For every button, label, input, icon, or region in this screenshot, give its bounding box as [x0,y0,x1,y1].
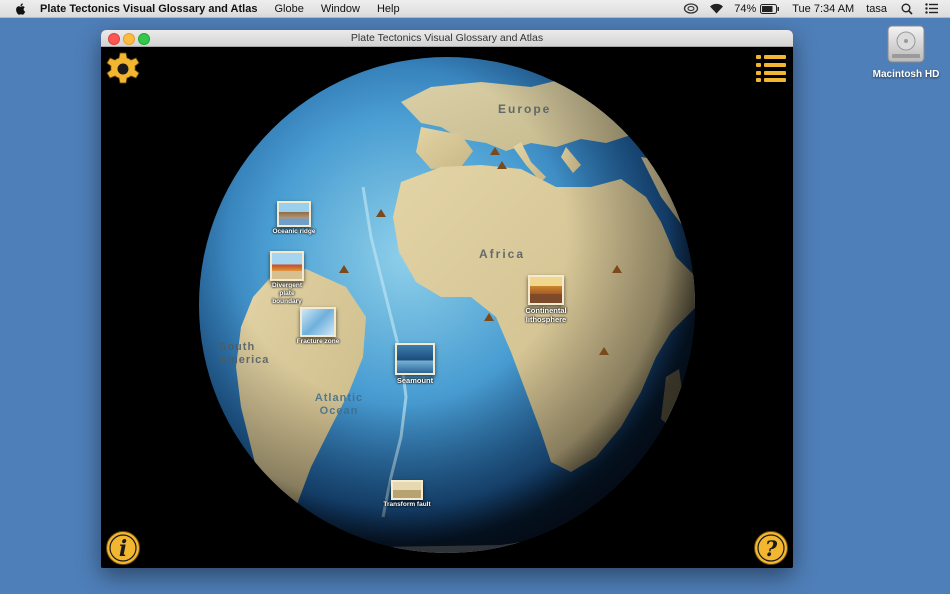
wifi-icon[interactable] [709,3,724,14]
list-icon[interactable] [755,53,787,83]
volcano-marker[interactable] [339,265,349,273]
marker-label: Divergent plate boundary [272,282,302,305]
marker-label: Transform fault [383,501,431,508]
user-name[interactable]: tasa [866,3,887,15]
marker-continental-lithosphere[interactable]: Continental lithosphere [521,275,571,324]
volcano-marker[interactable] [490,147,500,155]
region-atlantic-ocean: Atlantic Ocean [314,392,364,417]
menu-help[interactable]: Help [377,3,400,15]
spotlight-icon[interactable] [901,3,913,15]
info-icon[interactable]: i [104,529,142,567]
battery-icon[interactable] [760,3,780,14]
volcano-marker[interactable] [612,265,622,273]
marker-label: Oceanic ridge [272,228,316,235]
marker-label: Seamount [396,376,434,385]
marker-thumbnail [395,343,435,375]
globe[interactable] [101,47,793,568]
creative-cloud-icon[interactable] [683,3,699,14]
volcano-marker[interactable] [599,347,609,355]
clock[interactable]: Tue 7:34 AM [792,3,854,15]
status-area: 74% Tue 7:34 AM tasa [673,0,938,17]
battery-percent: 74% [734,2,757,15]
notification-center-icon[interactable] [925,3,938,14]
svg-text:i: i [119,536,127,562]
app-menu[interactable]: Plate Tectonics Visual Glossary and Atla… [40,3,257,15]
globe-viewport[interactable]: Europe Africa South America Atlantic Oce… [101,47,793,568]
menu-bar: Plate Tectonics Visual Glossary and Atla… [0,0,950,18]
gear-icon[interactable] [105,51,141,87]
region-europe: Europe [498,102,552,116]
menu-window[interactable]: Window [321,3,360,15]
marker-oceanic-ridge[interactable]: Oceanic ridge [269,201,319,236]
menu-globe[interactable]: Globe [274,3,303,15]
marker-thumbnail [277,201,311,227]
marker-fracture-zone[interactable]: Fracture zone [293,307,343,346]
svg-text:?: ? [765,536,778,561]
marker-seamount[interactable]: Seamount [393,343,437,385]
help-icon[interactable]: ? [752,529,790,567]
volcano-marker[interactable] [497,161,507,169]
drive-label: Macintosh HD [872,69,940,80]
region-africa: Africa [479,247,526,261]
app-window: Plate Tectonics Visual Glossary and Atla… [101,30,793,568]
marker-divergent-plate-boundary[interactable]: Divergent plate boundary [259,251,315,306]
title-bar[interactable]: Plate Tectonics Visual Glossary and Atla… [101,30,793,47]
window-title: Plate Tectonics Visual Glossary and Atla… [350,32,544,44]
hard-drive-icon [887,25,925,63]
region-south-america: South America [219,341,270,366]
marker-thumbnail [270,251,304,281]
marker-label: Fracture zone [296,338,340,345]
apple-menu-icon[interactable] [14,2,28,16]
volcano-marker[interactable] [376,209,386,217]
desktop-drive[interactable]: Macintosh HD [872,22,940,80]
volcano-marker[interactable] [484,313,494,321]
marker-thumbnail [391,480,423,500]
marker-label: Continental lithosphere [525,306,567,324]
marker-transform-fault[interactable]: Transform fault [382,480,432,509]
marker-thumbnail [300,307,336,337]
marker-thumbnail [528,275,564,305]
